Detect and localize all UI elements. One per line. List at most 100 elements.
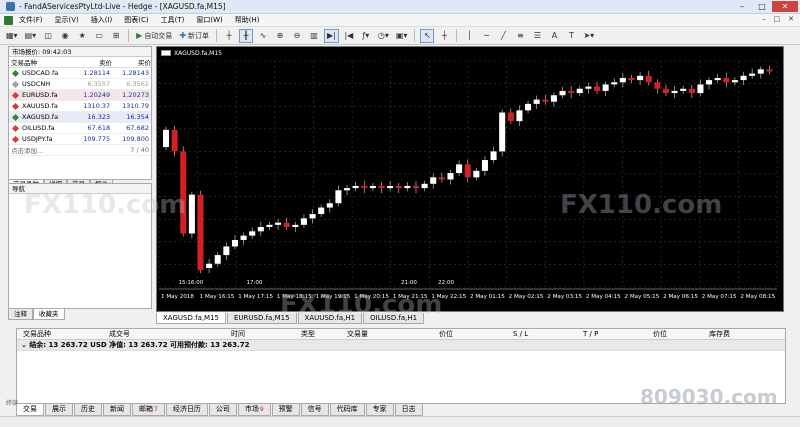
terminal-tab[interactable]: 信号 [300,404,329,416]
ask-cell[interactable]: 1.28143 [112,67,151,79]
menu-view[interactable]: 显示(V) [55,15,79,25]
col-sl[interactable]: S / L [513,329,583,339]
horizontal-line-icon[interactable]: ─ [479,29,493,43]
col-symbol[interactable]: 交易品种 [17,329,109,339]
menu-file[interactable]: 文件(F) [19,15,43,25]
terminal-icon[interactable]: ▭ [92,29,106,43]
periods-icon[interactable]: ◷▾ [376,29,391,43]
col-current-price[interactable]: 价位 [653,329,709,339]
bar-chart-icon[interactable]: ┼ [222,29,236,43]
child-restore-button[interactable]: □ [774,15,781,23]
menu-window[interactable]: 窗口(W) [196,15,222,25]
zoom-out-icon[interactable]: ⊖ [290,29,304,43]
column-ask[interactable]: 买价 [112,57,151,68]
auto-scroll-icon[interactable]: ▶| [324,28,339,43]
maximize-button[interactable]: □ [752,1,772,12]
symbol-cell[interactable]: OILUSD.fa [9,122,74,134]
market-watch-icon[interactable]: ◫ [41,29,55,43]
symbol-cell[interactable]: USDJPY.fa [9,133,74,145]
market-watch-row[interactable]: USDCNH 6.3557 6.3562 [9,78,151,90]
chart-tab-xagusd[interactable]: XAGUSD.fa,M15 [156,313,226,324]
col-time[interactable]: 时间 [231,329,301,339]
terminal-tab[interactable]: 公司 [208,404,237,416]
add-symbol-row[interactable]: 点击添加... 7 / 40 [9,144,151,156]
terminal-tab[interactable]: 市场9 [237,404,271,416]
strategy-tester-icon[interactable]: ⊞ [109,29,123,43]
terminal-tab[interactable]: 邮箱7 [132,404,165,416]
trendline-icon[interactable]: ╱ [496,29,510,43]
terminal-tab[interactable]: 历史 [74,404,102,416]
market-watch-row[interactable]: USDJPY.fa 109.775 109.800 [9,133,151,145]
line-chart-icon[interactable]: ∿ [256,29,270,43]
column-bid[interactable]: 卖价 [73,57,113,68]
chart-tab-eurusd[interactable]: EURUSD.fa,M15 [227,313,297,324]
close-button[interactable]: ✕ [772,1,798,12]
tab-common[interactable]: 注释 [8,309,33,320]
ask-cell[interactable]: 6.3562 [112,78,151,90]
bid-cell[interactable]: 109.775 [73,133,113,145]
bid-cell[interactable]: 1.20249 [73,89,113,101]
ask-cell[interactable]: 16.354 [112,111,151,123]
menu-insert[interactable]: 插入(I) [91,15,113,25]
chart-window[interactable]: 1 May 2018 1 May 16:15 1 May 17:15 1 May 18… [156,46,784,312]
bid-cell[interactable]: 16.323 [73,111,113,123]
crosshair-icon[interactable]: ┼ [437,29,451,43]
bid-cell[interactable]: 67.618 [73,122,113,134]
market-watch-row[interactable]: EURUSD.fa 1.20249 1.20273 [9,89,151,101]
terminal-tab[interactable]: 日志 [394,404,423,416]
col-price[interactable]: 价位 [439,329,513,339]
bid-cell[interactable]: 1310.37 [73,100,113,112]
new-order-button[interactable]: ✚ 新订单 [177,29,211,43]
menu-tools[interactable]: 工具(T) [161,15,185,25]
terminal-tab[interactable]: 展示 [45,404,73,416]
fibonacci-icon[interactable]: ☰ [530,29,544,43]
col-volume[interactable]: 交易量 [347,329,439,339]
candlestick-icon[interactable]: ╫ [239,28,254,43]
terminal-tab[interactable]: 预警 [271,404,300,416]
market-watch-row[interactable]: OILUSD.fa 67.618 67.682 [9,122,151,134]
minimize-button[interactable]: – [732,1,752,12]
new-chart-icon[interactable]: ▦▾ [4,29,20,43]
child-close-button[interactable]: ✕ [788,15,794,23]
child-minimize-button[interactable]: – [762,15,766,23]
symbol-cell[interactable]: XAGUSD.fa [9,111,74,123]
chart-tab-oilusd[interactable]: OILUSD.fa,H1 [363,313,425,324]
bid-cell[interactable]: 1.28114 [73,67,113,79]
cursor-icon[interactable]: ↖ [420,28,435,43]
templates-icon[interactable]: ▣▾ [394,29,410,43]
col-swap[interactable]: 库存费 [709,329,769,339]
candlestick-chart[interactable]: 1 May 2018 1 May 16:15 1 May 17:15 1 May 18… [157,47,783,311]
data-window-icon[interactable]: ◉ [58,29,72,43]
market-watch-row[interactable]: USDCAD.fa 1.28114 1.28143 [9,67,151,79]
market-watch-row[interactable]: XAUUSD.fa 1310.37 1310.79 [9,100,151,112]
label-icon[interactable]: T [564,29,578,43]
col-ticket[interactable]: 成交号 [109,329,231,339]
col-tp[interactable]: T / P [583,329,653,339]
chart-shift-icon[interactable]: |◀ [342,29,356,43]
market-watch-row[interactable]: XAGUSD.fa 16.323 16.354 [9,111,151,123]
ask-cell[interactable]: 109.800 [112,133,151,145]
tile-windows-icon[interactable]: ▥ [307,29,321,43]
add-symbol-label[interactable]: 点击添加... [9,144,74,156]
terminal-tab[interactable]: 交易 [16,404,44,416]
indicators-icon[interactable]: ƒ▾ [359,29,373,43]
menu-help[interactable]: 帮助(H) [235,15,260,25]
bid-cell[interactable]: 6.3557 [73,78,113,90]
terminal-tab[interactable]: 经济日历 [165,404,208,416]
col-type[interactable]: 类型 [301,329,347,339]
terminal-tab[interactable]: 新闻 [103,404,131,416]
symbol-cell[interactable]: USDCNH [9,78,74,90]
navigator-icon[interactable]: ★ [75,29,89,43]
symbol-cell[interactable]: XAUUSD.fa [9,100,74,112]
vertical-line-icon[interactable]: │ [462,29,476,43]
menu-charts[interactable]: 图表(C) [124,15,148,25]
terminal-tab[interactable]: 专家 [365,404,394,416]
arrows-icon[interactable]: ➤▾ [581,29,596,43]
ask-cell[interactable]: 1.20273 [112,89,151,101]
chart-tab-xauusd[interactable]: XAUUSD.fa,H1 [297,313,363,324]
auto-trading-button[interactable]: ▶ 自动交易 [134,29,174,43]
tab-favorites[interactable]: 收藏夹 [33,309,65,320]
profiles-icon[interactable]: ▤▾ [23,29,39,43]
symbol-cell[interactable]: EURUSD.fa [9,89,74,101]
channel-icon[interactable]: ≡ [513,29,527,43]
